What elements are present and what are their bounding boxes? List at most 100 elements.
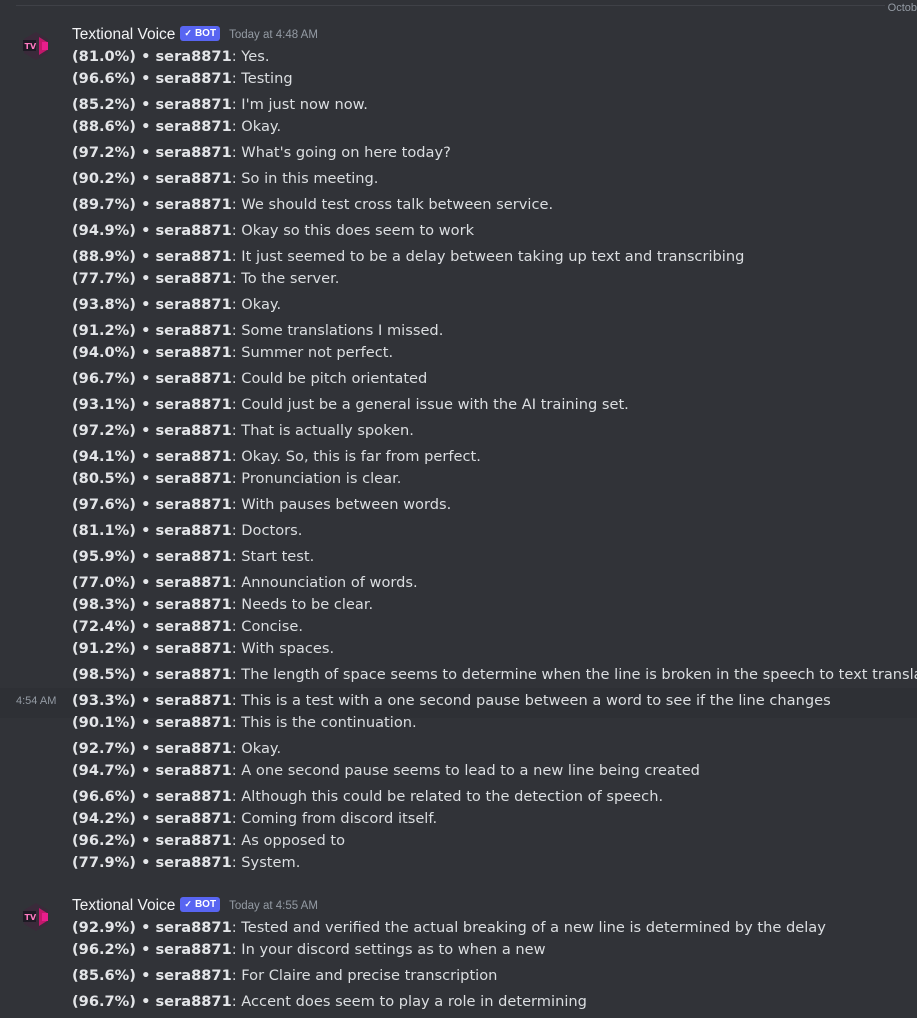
transcript-line: (96.6%) • sera8871: Testing [72,68,293,90]
hover-timestamp[interactable]: 4:54 AM [16,690,56,712]
transcript-line: (91.2%) • sera8871: Some translations I … [72,320,443,342]
speaker-name: sera8871 [155,548,232,565]
speaker-name: sera8871 [155,762,232,779]
speaker-name: sera8871 [155,96,232,113]
transcript-text: : What's going on here today? [231,144,451,161]
verified-check-icon: ✓ [184,898,192,909]
speaker-name: sera8871 [155,70,232,87]
transcript-text: : Yes. [231,48,270,65]
separator: • [135,344,156,361]
speaker-name: sera8871 [155,714,232,731]
confidence-percent: (72.4%) [72,618,136,635]
separator: • [135,854,156,871]
speaker-name: sera8871 [155,296,232,313]
transcript-line: (93.1%) • sera8871: Could just be a gene… [72,394,629,416]
confidence-percent: (98.5%) [72,666,136,683]
message-timestamp[interactable]: Today at 4:48 AM [229,29,318,41]
confidence-percent: (85.2%) [72,96,136,113]
transcript-text: : Accent does seem to play a role in det… [231,993,587,1010]
confidence-percent: (93.1%) [72,396,136,413]
speaker-name: sera8871 [155,832,232,849]
separator: • [135,270,156,287]
transcript-text: : Okay. [231,118,282,135]
speaker-name: sera8871 [155,666,232,683]
transcript-line: (91.2%) • sera8871: With spaces. [72,638,334,660]
transcript-line: (94.0%) • sera8871: Summer not perfect. [72,342,393,364]
confidence-percent: (89.7%) [72,196,136,213]
confidence-percent: (97.6%) [72,496,136,513]
confidence-percent: (77.7%) [72,270,136,287]
confidence-percent: (96.6%) [72,70,136,87]
speaker-name: sera8871 [155,854,232,871]
speaker-name: sera8871 [155,692,232,709]
transcript-text: : Okay so this does seem to work [231,222,475,239]
confidence-percent: (94.0%) [72,344,136,361]
transcript-text: : I'm just now now. [231,96,368,113]
transcript-line: (94.7%) • sera8871: A one second pause s… [72,760,700,782]
confidence-percent: (77.0%) [72,574,136,591]
speaker-name: sera8871 [155,993,232,1010]
svg-text:TV: TV [25,913,37,922]
bot-badge-label: BOT [194,898,217,910]
transcript-line: (90.2%) • sera8871: So in this meeting. [72,168,378,190]
transcript-line: (97.2%) • sera8871: What's going on here… [72,142,451,164]
speaker-name: sera8871 [155,422,232,439]
transcript-line: (97.2%) • sera8871: That is actually spo… [72,420,414,442]
transcript-text: : In your discord settings as to when a … [231,941,546,958]
transcript-line: (72.4%) • sera8871: Concise. [72,616,303,638]
confidence-percent: (93.3%) [72,692,136,709]
separator: • [135,548,156,565]
separator: • [135,496,156,513]
confidence-percent: (96.7%) [72,370,136,387]
speaker-name: sera8871 [155,196,232,213]
svg-text:TV: TV [25,42,37,51]
transcript-text: : It just seemed to be a delay between t… [231,248,745,265]
separator: • [135,596,156,613]
author-name[interactable]: Textional Voice [72,26,175,44]
transcript-line: (77.0%) • sera8871: Announciation of wor… [72,572,418,594]
separator: • [135,196,156,213]
transcript-text: : Pronunciation is clear. [231,470,402,487]
confidence-percent: (96.7%) [72,993,136,1010]
transcript-text: : This is the continuation. [231,714,417,731]
transcript-line: (93.8%) • sera8871: Okay. [72,294,281,316]
separator: • [135,788,156,805]
transcript-text: : Doctors. [231,522,303,539]
transcript-text: : This is a test with a one second pause… [231,692,831,709]
transcript-text: : System. [231,854,301,871]
separator: • [135,170,156,187]
transcript-text: : The length of space seems to determine… [231,666,917,683]
transcript-text: : As opposed to [231,832,346,849]
transcript-line: (81.1%) • sera8871: Doctors. [72,520,302,542]
transcript-text: : So in this meeting. [231,170,379,187]
confidence-percent: (97.2%) [72,144,136,161]
transcript-line: (88.9%) • sera8871: It just seemed to be… [72,246,744,268]
separator: • [135,296,156,313]
separator: • [135,666,156,683]
confidence-percent: (91.2%) [72,640,136,657]
transcript-text: : For Claire and precise transcription [231,967,498,984]
speaker-name: sera8871 [155,967,232,984]
message-timestamp[interactable]: Today at 4:55 AM [229,900,318,912]
transcript-text: : To the server. [231,270,340,287]
bot-avatar[interactable]: TV [21,902,51,932]
transcript-line: (89.7%) • sera8871: We should test cross… [72,194,553,216]
bot-badge-label: BOT [194,27,217,39]
separator: • [135,396,156,413]
author-name[interactable]: Textional Voice [72,897,175,915]
speaker-name: sera8871 [155,740,232,757]
separator: • [135,692,156,709]
confidence-percent: (94.1%) [72,448,136,465]
transcript-text: : Coming from discord itself. [231,810,438,827]
transcript-text: : Could be pitch orientated [231,370,428,387]
bot-avatar[interactable]: TV [21,31,51,61]
speaker-name: sera8871 [155,170,232,187]
transcript-line: (77.7%) • sera8871: To the server. [72,268,339,290]
transcript-text: : Summer not perfect. [231,344,394,361]
transcript-text: : That is actually spoken. [231,422,414,439]
speaker-name: sera8871 [155,370,232,387]
speaker-name: sera8871 [155,222,232,239]
speaker-name: sera8871 [155,48,232,65]
separator: • [135,640,156,657]
transcript-text: : Okay. So, this is far from perfect. [231,448,481,465]
